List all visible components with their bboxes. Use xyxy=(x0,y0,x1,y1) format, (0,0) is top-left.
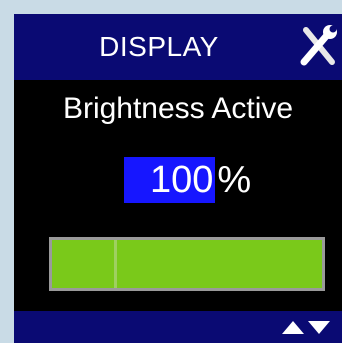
navigation-arrows xyxy=(282,321,330,334)
display-screen: DISPLAY Brightness Active 100 % xyxy=(14,14,342,343)
arrow-up-icon[interactable] xyxy=(282,321,304,334)
header-bar: DISPLAY xyxy=(14,14,342,80)
brightness-level-fill xyxy=(52,240,322,288)
setting-value-number[interactable]: 100 xyxy=(124,157,216,203)
footer-bar xyxy=(14,311,342,343)
menu-title: DISPLAY xyxy=(99,31,219,62)
arrow-down-icon[interactable] xyxy=(308,321,330,334)
setting-label: Brightness Active xyxy=(62,92,294,125)
setting-value[interactable]: 100 % xyxy=(124,157,251,203)
tools-icon[interactable] xyxy=(296,22,340,70)
setting-value-unit: % xyxy=(217,159,252,201)
bar-divider xyxy=(114,240,117,288)
brightness-level-bar xyxy=(49,237,325,291)
